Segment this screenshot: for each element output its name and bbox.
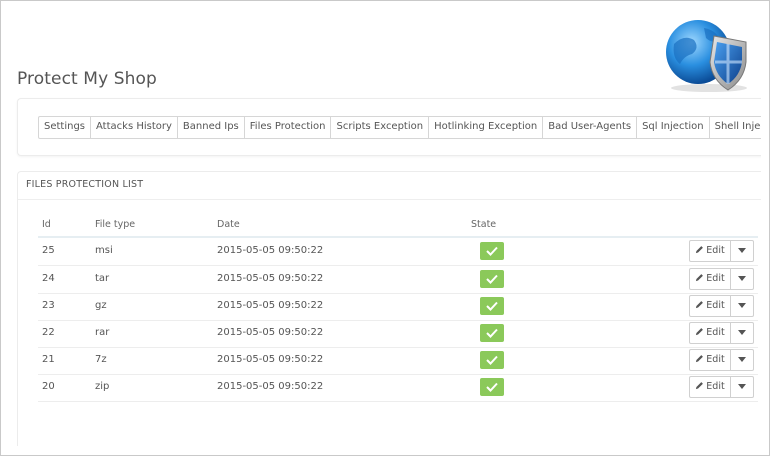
actions-dropdown-button[interactable] (731, 296, 753, 316)
table-row: 25 msi 2015-05-05 09:50:22 Edit (38, 238, 758, 266)
tab-settings[interactable]: Settings (39, 117, 92, 138)
edit-button[interactable]: Edit (690, 350, 731, 370)
screenshot-frame: Protect My Shop Settings Attacks History… (0, 0, 770, 456)
row-actions: Edit (689, 295, 754, 317)
table-row: 22 rar 2015-05-05 09:50:22 Edit (38, 320, 758, 348)
pencil-icon (696, 301, 704, 309)
pencil-icon (696, 355, 704, 363)
state-toggle[interactable] (480, 324, 504, 342)
cell-id: 21 (42, 354, 55, 365)
cell-file-type: gz (95, 300, 107, 311)
edit-button[interactable]: Edit (690, 377, 731, 397)
state-toggle[interactable] (480, 270, 504, 288)
edit-label: Edit (706, 273, 725, 284)
table-row: 21 7z 2015-05-05 09:50:22 Edit (38, 347, 758, 375)
pencil-icon (696, 328, 704, 336)
edit-label: Edit (706, 300, 725, 311)
pencil-icon (696, 382, 704, 390)
state-toggle[interactable] (480, 297, 504, 315)
actions-dropdown-button[interactable] (731, 241, 753, 261)
state-toggle[interactable] (480, 242, 504, 260)
row-actions: Edit (689, 240, 754, 262)
tab-bad-user-agents[interactable]: Bad User-Agents (543, 117, 638, 138)
edit-label: Edit (706, 381, 725, 392)
row-actions: Edit (689, 322, 754, 344)
state-toggle[interactable] (480, 351, 504, 369)
cell-id: 23 (42, 300, 55, 311)
tab-sql-injection[interactable]: Sql Injection (637, 117, 710, 138)
cell-date: 2015-05-05 09:50:22 (217, 327, 324, 338)
edit-label: Edit (706, 354, 725, 365)
pencil-icon (696, 274, 704, 282)
divider (18, 199, 761, 200)
edit-button[interactable]: Edit (690, 241, 731, 261)
check-icon (486, 246, 498, 256)
caret-down-icon (738, 276, 746, 281)
tab-banned-ips[interactable]: Banned Ips (178, 117, 245, 138)
column-header-date[interactable]: Date (217, 219, 240, 230)
cell-id: 25 (42, 245, 55, 256)
row-actions: Edit (689, 349, 754, 371)
cell-date: 2015-05-05 09:50:22 (217, 245, 324, 256)
panel-heading: FILES PROTECTION LIST (26, 179, 144, 190)
row-actions: Edit (689, 268, 754, 290)
cell-file-type: zip (95, 381, 110, 392)
cell-file-type: msi (95, 245, 113, 256)
check-icon (486, 382, 498, 392)
pencil-icon (696, 246, 704, 254)
check-icon (486, 355, 498, 365)
edit-button[interactable]: Edit (690, 296, 731, 316)
tab-scripts-exception[interactable]: Scripts Exception (331, 117, 430, 138)
column-header-id[interactable]: Id (42, 219, 51, 230)
cell-date: 2015-05-05 09:50:22 (217, 381, 324, 392)
table-row: 23 gz 2015-05-05 09:50:22 Edit (38, 293, 758, 321)
cell-date: 2015-05-05 09:50:22 (217, 273, 324, 284)
cell-date: 2015-05-05 09:50:22 (217, 300, 324, 311)
actions-dropdown-button[interactable] (731, 323, 753, 343)
state-toggle[interactable] (480, 378, 504, 396)
globe-shield-icon (666, 20, 747, 92)
actions-dropdown-button[interactable] (731, 377, 753, 397)
actions-dropdown-button[interactable] (731, 350, 753, 370)
check-icon (486, 328, 498, 338)
check-icon (486, 301, 498, 311)
cell-id: 24 (42, 273, 55, 284)
tab-files-protection[interactable]: Files Protection (245, 117, 332, 138)
check-icon (486, 274, 498, 284)
cell-date: 2015-05-05 09:50:22 (217, 354, 324, 365)
cell-file-type: tar (95, 273, 110, 284)
caret-down-icon (738, 357, 746, 362)
column-header-state[interactable]: State (471, 219, 496, 230)
edit-label: Edit (706, 327, 725, 338)
module-tabs: Settings Attacks History Banned Ips File… (38, 116, 761, 139)
cell-file-type: rar (95, 327, 110, 338)
tab-shell-injection[interactable]: Shell Injection (710, 117, 761, 138)
module-page: Protect My Shop Settings Attacks History… (9, 9, 761, 446)
files-protection-panel: FILES PROTECTION LIST Id File type Date … (17, 171, 761, 446)
tab-attacks-history[interactable]: Attacks History (91, 117, 178, 138)
edit-label: Edit (706, 245, 725, 256)
page-title: Protect My Shop (17, 69, 157, 89)
row-actions: Edit (689, 376, 754, 398)
cell-id: 20 (42, 381, 55, 392)
edit-button[interactable]: Edit (690, 269, 731, 289)
tab-hotlinking-exception[interactable]: Hotlinking Exception (429, 117, 544, 138)
tabs-panel: Settings Attacks History Banned Ips File… (17, 98, 761, 156)
table-row: 24 tar 2015-05-05 09:50:22 Edit (38, 266, 758, 294)
column-header-file-type[interactable]: File type (95, 219, 135, 230)
table-row: 20 zip 2015-05-05 09:50:22 Edit (38, 374, 758, 402)
caret-down-icon (738, 384, 746, 389)
actions-dropdown-button[interactable] (731, 269, 753, 289)
cell-file-type: 7z (95, 354, 107, 365)
edit-button[interactable]: Edit (690, 323, 731, 343)
caret-down-icon (738, 303, 746, 308)
caret-down-icon (738, 248, 746, 253)
caret-down-icon (738, 330, 746, 335)
cell-id: 22 (42, 327, 55, 338)
